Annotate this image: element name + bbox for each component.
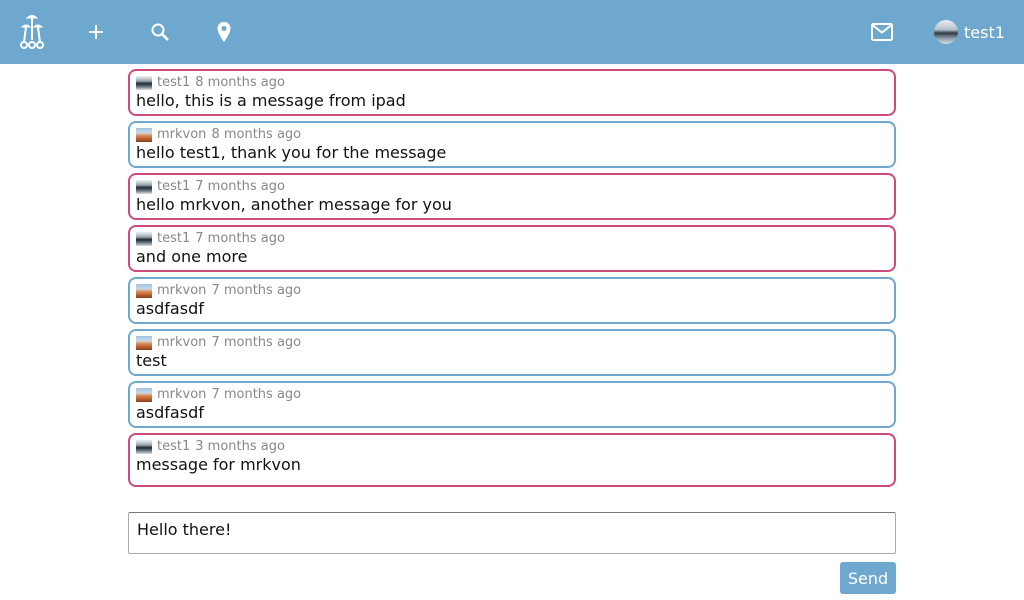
message-text: and one more: [136, 247, 248, 266]
author-avatar[interactable]: [136, 284, 152, 298]
message-item: test1 3 months ago message for mrkvon: [128, 433, 896, 487]
mail-icon: [871, 23, 893, 41]
message-item: mrkvon 7 months ago asdfasdf: [128, 277, 896, 324]
add-button[interactable]: [82, 0, 110, 64]
messages-button[interactable]: [866, 0, 898, 64]
message-text: asdfasdf: [136, 299, 204, 318]
plus-icon: [89, 25, 103, 39]
message-text: message for mrkvon: [136, 455, 301, 474]
author-name[interactable]: mrkvon: [157, 387, 206, 403]
author-name[interactable]: test1: [157, 231, 190, 247]
author-avatar[interactable]: [136, 440, 152, 454]
user-avatar-icon: [934, 20, 958, 44]
user-menu-button[interactable]: test1: [928, 0, 1012, 64]
author-name[interactable]: mrkvon: [157, 283, 206, 299]
search-button[interactable]: [146, 0, 174, 64]
message-time: 8 months ago: [211, 127, 302, 142]
message-item: test1 7 months ago hello mrkvon, another m…: [128, 173, 896, 220]
user-name: test1: [964, 22, 1005, 42]
message-item: mrkvon 7 months ago asdfasdf: [128, 381, 896, 428]
search-icon: [151, 23, 169, 41]
message-item: test1 7 months ago and one more: [128, 225, 896, 272]
author-avatar[interactable]: [136, 128, 152, 142]
author-avatar[interactable]: [136, 76, 152, 90]
message-text: test: [136, 351, 167, 370]
message-meta: test1 7 months ago: [136, 179, 888, 195]
top-navigation-bar: test1: [0, 0, 1024, 64]
author-avatar[interactable]: [136, 388, 152, 402]
mushroom-logo-icon[interactable]: [14, 0, 50, 64]
author-name[interactable]: test1: [157, 439, 190, 455]
author-avatar[interactable]: [136, 232, 152, 246]
message-time: 3 months ago: [195, 439, 285, 454]
message-time: 7 months ago: [211, 335, 302, 350]
message-item: mrkvon 8 months ago hello test1, thank you…: [128, 121, 896, 168]
message-thread: test1 8 months ago hello, this is a messag…: [128, 69, 896, 492]
author-name[interactable]: mrkvon: [157, 335, 206, 351]
author-name[interactable]: mrkvon: [157, 127, 206, 143]
author-avatar[interactable]: [136, 336, 152, 350]
message-meta: test1 7 months ago: [136, 231, 888, 247]
map-button[interactable]: [210, 0, 238, 64]
message-time: 7 months ago: [211, 283, 302, 298]
message-meta: mrkvon 7 months ago: [136, 387, 888, 403]
message-meta: test1 3 months ago: [136, 439, 888, 455]
send-button[interactable]: Send: [840, 562, 896, 594]
message-meta: mrkvon 7 months ago: [136, 283, 888, 299]
message-time: 7 months ago: [195, 179, 285, 194]
message-text: hello test1, thank you for the message: [136, 143, 447, 162]
message-time: 7 months ago: [195, 231, 285, 246]
author-name[interactable]: test1: [157, 75, 190, 91]
message-input[interactable]: Hello there!: [128, 512, 896, 554]
message-text: hello, this is a message from ipad: [136, 91, 406, 110]
author-avatar[interactable]: [136, 180, 152, 194]
message-meta: mrkvon 7 months ago: [136, 335, 888, 351]
message-time: 8 months ago: [195, 75, 285, 90]
message-meta: mrkvon 8 months ago: [136, 127, 888, 143]
message-meta: test1 8 months ago: [136, 75, 888, 91]
message-item: test1 8 months ago hello, this is a messag…: [128, 69, 896, 116]
message-text: hello mrkvon, another message for you: [136, 195, 452, 214]
message-item: mrkvon 7 months ago test: [128, 329, 896, 376]
author-name[interactable]: test1: [157, 179, 190, 195]
message-time: 7 months ago: [211, 387, 302, 402]
message-text: asdfasdf: [136, 403, 204, 422]
map-pin-icon: [217, 22, 231, 42]
